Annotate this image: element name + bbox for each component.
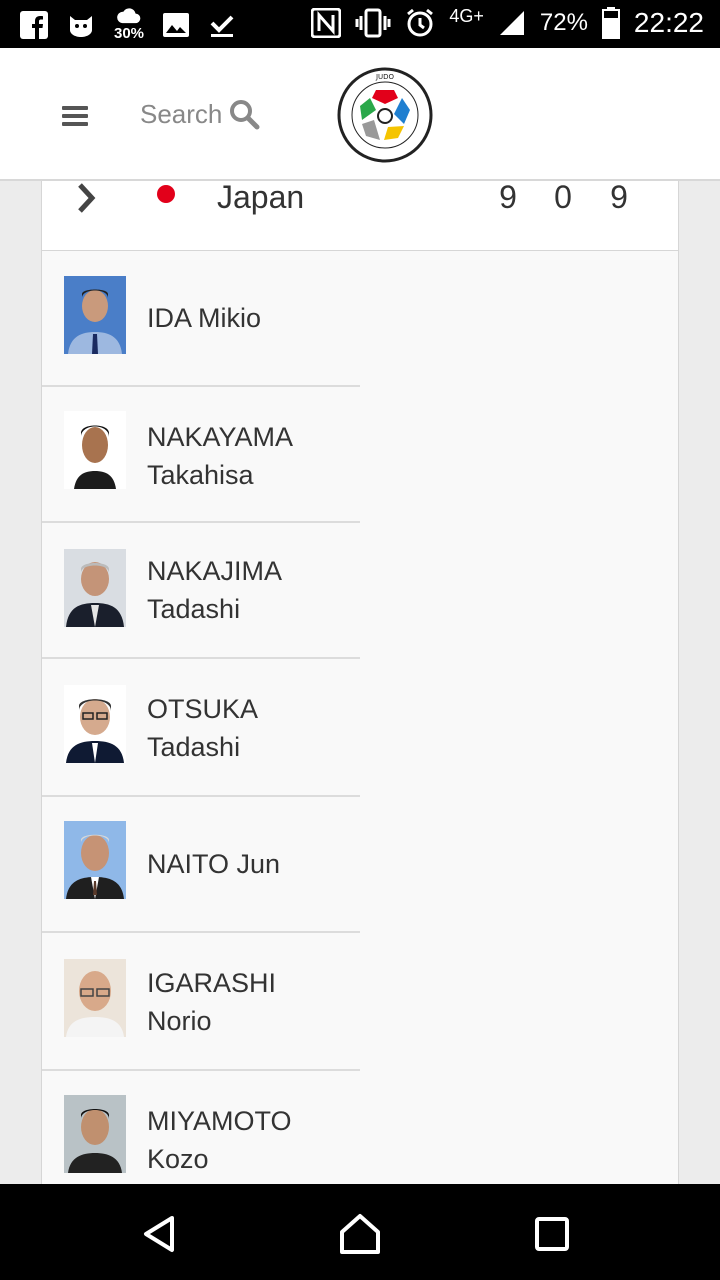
stat-3: 9 [610, 181, 628, 215]
back-button[interactable] [138, 1212, 182, 1256]
back-icon [144, 1216, 174, 1252]
list-item[interactable]: MIYAMOTO Kozo [42, 1071, 360, 1184]
flag-icon [157, 185, 175, 203]
country-name: Japan [217, 181, 305, 215]
list-item[interactable]: NAKAJIMA Tadashi [42, 523, 360, 659]
weather-icon: 30% [114, 8, 144, 42]
avatar [64, 276, 126, 354]
network-type: 4G+ [449, 5, 484, 26]
avatar [64, 411, 126, 489]
person-name-line1: OTSUKA [147, 694, 259, 724]
avatar [64, 1095, 126, 1173]
person-name-line1: IGARASHI [147, 968, 277, 998]
alarm-icon [405, 6, 435, 40]
country-panel: Japan 9 0 9 IDA Mikio NAKAYAMA Takahisa … [41, 181, 679, 1184]
nfc-icon [311, 6, 342, 40]
battery-icon [601, 6, 620, 40]
menu-icon[interactable] [62, 106, 88, 126]
recents-button[interactable] [530, 1212, 574, 1256]
site-header: Search JUDO [0, 48, 720, 181]
chevron-right-icon[interactable] [74, 181, 98, 215]
search-icon [230, 100, 260, 130]
person-name-line1: MIYAMOTO [147, 1106, 292, 1136]
person-name-line2: Takahisa [147, 460, 254, 490]
download-done-icon [208, 8, 236, 42]
facebook-icon [20, 8, 48, 42]
weather-percent: 30% [114, 25, 145, 42]
app-notification-icon [66, 8, 96, 42]
vibrate-icon [355, 6, 391, 40]
list-item[interactable]: NAITO Jun [42, 797, 360, 933]
person-name-line2: Tadashi [147, 594, 241, 624]
avatar [64, 549, 126, 627]
stat-1: 9 [499, 181, 517, 215]
status-bar: 30% 4G+ 72% 22:22 [0, 0, 720, 48]
person-name-line2: Kozo [147, 1144, 209, 1174]
stat-2: 0 [554, 181, 572, 215]
person-name-line1: NAITO Jun [147, 849, 281, 879]
person-name-line1: NAKAJIMA [147, 556, 283, 586]
list-item[interactable]: OTSUKA Tadashi [42, 661, 360, 797]
clock: 22:22 [633, 7, 704, 38]
person-name-line2: Tadashi [147, 732, 241, 762]
avatar [64, 821, 126, 899]
home-icon [340, 1214, 380, 1254]
country-row[interactable]: Japan 9 0 9 [42, 181, 678, 251]
person-name-line2: Norio [147, 1006, 212, 1036]
list-item[interactable]: IGARASHI Norio [42, 935, 360, 1071]
list-item[interactable]: IDA Mikio [42, 251, 360, 387]
search-label: Search [140, 98, 223, 129]
avatar [64, 685, 126, 763]
home-button[interactable] [338, 1212, 382, 1256]
battery-percent: 72% [539, 9, 588, 36]
recents-icon [535, 1217, 569, 1251]
image-icon [162, 8, 190, 42]
ijf-logo[interactable]: JUDO [336, 66, 434, 164]
list-item[interactable]: NAKAYAMA Takahisa [42, 387, 360, 523]
svg-text:JUDO: JUDO [375, 73, 395, 81]
system-nav-bar [0, 1184, 720, 1280]
search-button[interactable]: Search [140, 98, 260, 130]
person-name-line1: IDA Mikio [147, 303, 262, 333]
person-name-line1: NAKAYAMA [147, 422, 294, 452]
signal-icon [498, 6, 526, 40]
avatar [64, 959, 126, 1037]
